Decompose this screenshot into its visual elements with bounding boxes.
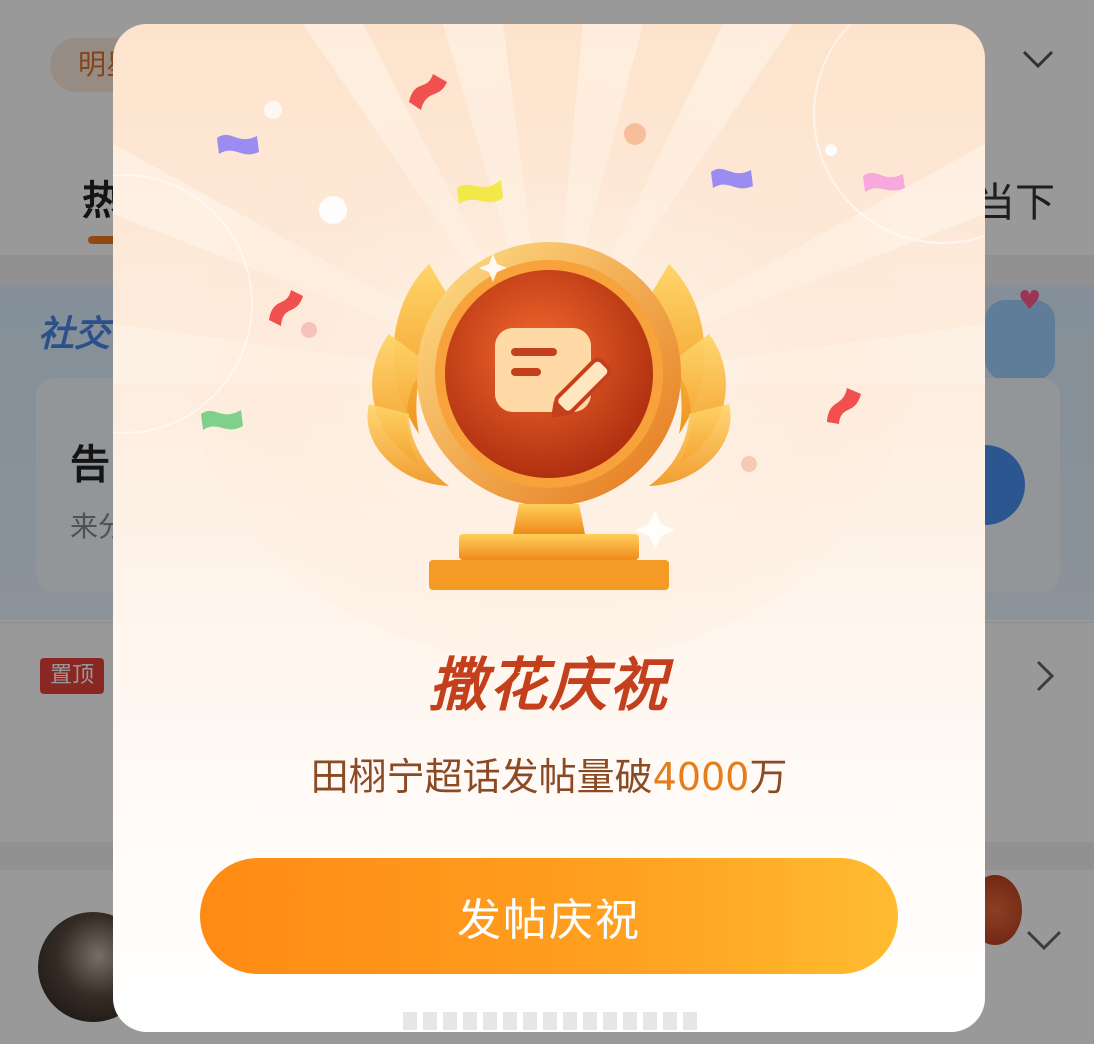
subtitle-number: 4000 (652, 755, 750, 799)
celebration-title: 撒花庆祝 (428, 651, 669, 719)
watermark (403, 1012, 703, 1030)
celebration-modal: 撒花庆祝 田栩宁超话发帖量破4000万 发帖庆祝 (113, 24, 985, 1032)
celebration-subtitle: 田栩宁超话发帖量破4000万 (113, 746, 985, 801)
subtitle-prefix: 田栩宁超话发帖量破 (310, 755, 653, 799)
subtitle-suffix: 万 (749, 755, 788, 799)
trophy-icon (367, 242, 731, 590)
post-celebrate-button[interactable]: 发帖庆祝 (200, 858, 898, 974)
